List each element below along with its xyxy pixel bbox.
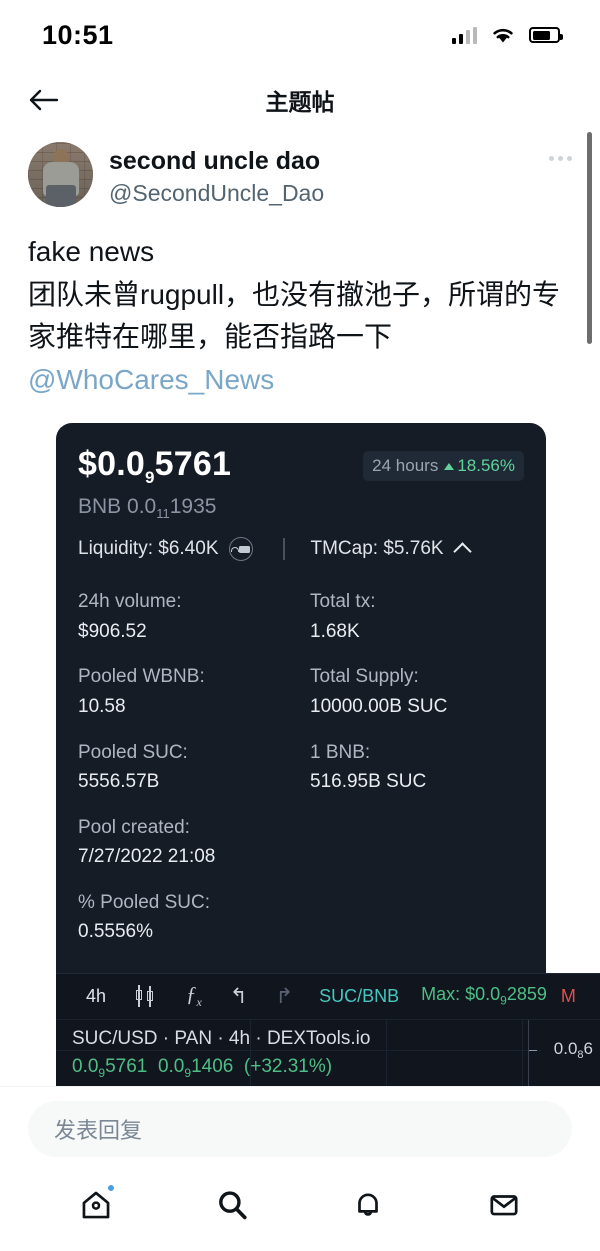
stat-item: Total Supply: 10000.00B SUC bbox=[310, 666, 448, 717]
dex-card-header: $0.095761 24 hours 18.56% BNB 0.0111935 … bbox=[56, 423, 546, 562]
token-price: $0.095761 bbox=[78, 445, 232, 488]
stat-item: Pooled WBNB: 10.58 bbox=[78, 666, 205, 717]
candlestick-chart-icon[interactable] bbox=[120, 974, 172, 1019]
nav-home[interactable] bbox=[70, 1179, 122, 1231]
chart-legend-prices: 0.095761 0.091406 (+32.31%) bbox=[72, 1055, 333, 1080]
caret-up-icon bbox=[444, 462, 455, 470]
cellular-signal-icon bbox=[451, 26, 477, 44]
redo-icon[interactable]: ↱ bbox=[261, 974, 307, 1019]
tweet-mention-link[interactable]: @WhoCares_News bbox=[28, 359, 572, 402]
author-names: second uncle dao @SecondUncle_Dao bbox=[109, 142, 324, 209]
chart-max-label: Max: $0.092859 bbox=[421, 984, 547, 1009]
indicators-fx-icon[interactable]: ƒx bbox=[172, 974, 216, 1019]
status-bar: 10:51 bbox=[0, 0, 600, 70]
liquidity-group: Liquidity: $6.40K bbox=[78, 537, 253, 562]
reply-input[interactable]: 发表回复 bbox=[28, 1101, 572, 1157]
stat-item: % Pooled SUC: 0.5556% bbox=[78, 891, 211, 943]
price-change-badge: 24 hours 18.56% bbox=[363, 451, 524, 482]
back-button[interactable] bbox=[22, 78, 66, 122]
tweet-author-row: second uncle dao @SecondUncle_Dao bbox=[28, 130, 572, 209]
chevron-up-icon[interactable] bbox=[452, 542, 472, 562]
stat-item-empty bbox=[310, 880, 524, 955]
reply-placeholder: 发表回复 bbox=[54, 1118, 143, 1143]
home-badge bbox=[106, 1183, 116, 1193]
nav-search[interactable] bbox=[206, 1179, 258, 1231]
undo-icon[interactable]: ↰ bbox=[216, 974, 262, 1019]
tweet-line-1: fake news bbox=[28, 236, 155, 268]
search-icon bbox=[219, 1191, 247, 1220]
author-handle: @SecondUncle_Dao bbox=[109, 180, 325, 207]
change-value: 18.56% bbox=[444, 456, 515, 476]
bottom-nav bbox=[0, 1167, 600, 1251]
chart-toolbar: 4h ƒx ↰ ↱ SUC/BNB Max: $0.092859 M bbox=[56, 974, 600, 1020]
stats-grid: 24h volume: $906.52 Total tx: 1.68K Pooled… bbox=[56, 561, 546, 972]
author-display-name: second uncle dao bbox=[109, 147, 321, 175]
stat-item-empty bbox=[310, 805, 524, 880]
stat-item: 1 BNB: 516.95B SUC bbox=[310, 741, 427, 793]
home-icon bbox=[82, 1191, 110, 1219]
liquidity-label: Liquidity: $6.40K bbox=[78, 538, 219, 560]
reply-composer: 发表回复 bbox=[0, 1086, 600, 1167]
tmcap-group: TMCap: $5.76K bbox=[310, 538, 472, 562]
mail-icon bbox=[490, 1195, 518, 1216]
status-time: 10:51 bbox=[42, 19, 114, 50]
nav-messages[interactable] bbox=[478, 1179, 530, 1231]
pair-badge[interactable]: SUC/BNB bbox=[307, 986, 411, 1007]
stat-item: Total tx: 1.68K bbox=[310, 591, 376, 642]
chart-min-label: M bbox=[560, 985, 576, 1006]
liquidity-row: Liquidity: $6.40K TMCap: $5.76K bbox=[78, 537, 524, 562]
vertical-divider bbox=[282, 538, 285, 561]
bell-icon bbox=[358, 1193, 378, 1216]
more-options-icon[interactable] bbox=[549, 156, 572, 161]
lock-icon[interactable] bbox=[228, 537, 253, 562]
change-period-label: 24 hours bbox=[372, 456, 439, 476]
timeframe-button[interactable]: 4h bbox=[72, 974, 120, 1019]
footer: 发表回复 bbox=[0, 1086, 600, 1251]
tweet-body: fake news 团队未曾rugpull，也没有撤池子，所谓的专家推特在哪里，… bbox=[28, 231, 572, 401]
tweet-container: second uncle dao @SecondUncle_Dao fake n… bbox=[0, 130, 600, 1225]
page-title: 主题帖 bbox=[265, 89, 335, 115]
tmcap-label: TMCap: $5.76K bbox=[310, 538, 444, 560]
tweet-line-2: 团队未曾rugpull，也没有撤池子，所谓的专家推特在哪里，能否指路一下 bbox=[28, 278, 561, 353]
page-scrollbar[interactable] bbox=[587, 132, 592, 344]
dex-preview-card[interactable]: $0.095761 24 hours 18.56% BNB 0.0111935 … bbox=[56, 423, 546, 973]
bnb-price: BNB 0.0111935 bbox=[78, 495, 217, 522]
y-tick-label: 0.086 bbox=[553, 1038, 593, 1061]
wifi-icon bbox=[493, 28, 513, 42]
avatar[interactable] bbox=[28, 142, 93, 207]
stat-item: Pool created: 7/27/2022 21:08 bbox=[78, 816, 216, 868]
price-row: $0.095761 24 hours 18.56% bbox=[78, 445, 524, 488]
nav-notifications[interactable] bbox=[342, 1179, 394, 1231]
status-indicators bbox=[451, 26, 563, 45]
stat-item: 24h volume: $906.52 bbox=[78, 591, 182, 642]
battery-icon bbox=[529, 27, 563, 43]
app-root: 10:51 主题帖 second uncle dao @SecondUncle_… bbox=[0, 0, 600, 1251]
back-arrow-icon bbox=[29, 89, 59, 111]
stat-item: Pooled SUC: 5556.57B bbox=[78, 741, 188, 793]
chart-legend-title: SUC/USD · PAN · 4h · DEXTools.io bbox=[72, 1027, 371, 1049]
page-header: 主题帖 bbox=[0, 70, 600, 130]
